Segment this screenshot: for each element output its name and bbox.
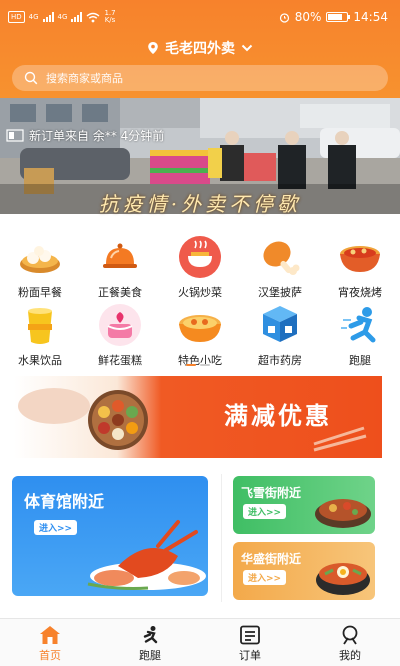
net-speed-unit: K/s [104,16,116,24]
notice-icon [6,129,24,142]
home-icon [40,626,60,644]
cloche-icon [103,243,137,268]
status-right: 80% 14:54 [279,10,388,24]
net-speed: 1.7 K/s [104,10,115,24]
promo-title: 满减优惠 [224,401,332,430]
bottom-nav: 首页 跑腿 订单 我的 [0,618,400,666]
category-label: 汉堡披萨 [258,286,302,299]
category-item[interactable]: 水果饮品 [0,302,80,368]
search-bar[interactable] [12,65,388,91]
signal-2-icon [71,12,83,22]
banner-caption: 抗疫情·外卖不停歇 [98,192,302,216]
network-2-label: 4G [57,13,68,21]
bbq-image [315,499,371,528]
location-selector[interactable]: 毛老四外卖 [0,38,400,58]
category-item[interactable]: 宵夜烧烤 [320,234,400,300]
search-icon [24,71,38,85]
app-screen: HD 4G 4G 1.7 K/s 80% 14:54 毛老四外卖 搜索商家或商品… [0,0,400,666]
area-card-side-1[interactable]: 飞雪街附近 进入>> [233,476,375,534]
battery-percent: 80% [294,10,322,24]
category-label: 火锅炒菜 [178,286,222,299]
enter-button[interactable]: 进入>> [243,570,287,585]
profile-icon [342,625,358,645]
nav-label: 跑腿 [139,649,161,662]
category-item[interactable]: 特色小吃 [160,302,240,368]
runner-icon [143,626,158,644]
runner-icon [341,307,376,343]
order-ticker: 新订单来自 余** 4分钟前 [6,126,164,144]
area-card-title: 华盛街附近 [241,552,302,566]
category-label: 水果饮品 [18,354,62,367]
pager-dot-active [186,364,196,366]
nav-label: 我的 [339,649,361,662]
nav-label: 订单 [239,649,261,662]
alarm-icon [279,12,289,23]
chevron-down-icon [241,44,253,52]
status-bar: HD 4G 4G 1.7 K/s 80% 14:54 [0,0,400,34]
network-1-label: 4G [28,13,39,21]
category-label: 宵夜烧烤 [338,286,382,299]
seafood-image [87,520,206,590]
category-label: 鲜花蛋糕 [98,354,142,367]
pager-dot [200,364,210,366]
clock: 14:54 [353,10,388,24]
ticker-text: 新订单来自 余** 4分钟前 [29,128,165,143]
card-divider [221,474,222,602]
header: HD 4G 4G 1.7 K/s 80% 14:54 毛老四外卖 [0,0,400,98]
enter-button[interactable]: 进入>> [243,504,287,519]
category-label: 粉面早餐 [18,286,62,299]
order-list-icon [240,625,260,645]
category-item[interactable]: 跑腿 [320,302,400,368]
status-left: HD 4G 4G 1.7 K/s [8,10,116,24]
category-item[interactable]: 火锅炒菜 [160,234,240,300]
hd-badge: HD [8,11,25,23]
area-card-title: 体育馆附近 [24,492,105,511]
hotpot-icon [179,236,221,278]
dumpling-icon [20,246,60,273]
nav-item-orders[interactable]: 订单 [200,619,300,666]
nav-label: 首页 [39,649,61,662]
juice-cup-icon [28,308,52,344]
snack-bowl-icon [179,315,221,342]
category-item[interactable]: 超市药房 [240,302,320,368]
category-item[interactable]: 汉堡披萨 [240,234,320,300]
bbq-bowl-icon [340,246,380,272]
area-card-title: 飞雪街附近 [241,486,302,500]
area-card-side-2[interactable]: 华盛街附近 进入>> [233,542,375,600]
nav-item-home[interactable]: 首页 [0,619,100,666]
category-item[interactable]: 正餐美食 [80,234,160,300]
promo-banner[interactable]: 满减优惠 [14,376,382,458]
chicken-leg-icon [263,241,300,275]
area-card-main[interactable]: 体育馆附近 进入>> [12,476,208,596]
bibimbap-image [316,563,370,595]
cake-icon [99,304,141,346]
nav-item-errand[interactable]: 跑腿 [100,619,200,666]
search-input[interactable] [46,71,346,85]
category-item[interactable]: 粉面早餐 [0,234,80,300]
category-label: 正餐美食 [98,286,142,299]
signal-1-icon [42,12,54,22]
battery-fill [328,14,343,20]
wifi-icon [86,12,100,22]
nav-item-profile[interactable]: 我的 [300,619,400,666]
boxes-icon [263,306,297,342]
location-label: 毛老四外卖 [165,41,235,57]
category-label: 超市药房 [258,354,302,367]
category-label: 跑腿 [349,354,371,367]
category-item[interactable]: 鲜花蛋糕 [80,302,160,368]
location-pin-icon [148,42,158,54]
battery-icon [326,12,351,22]
category-pager [186,364,210,366]
